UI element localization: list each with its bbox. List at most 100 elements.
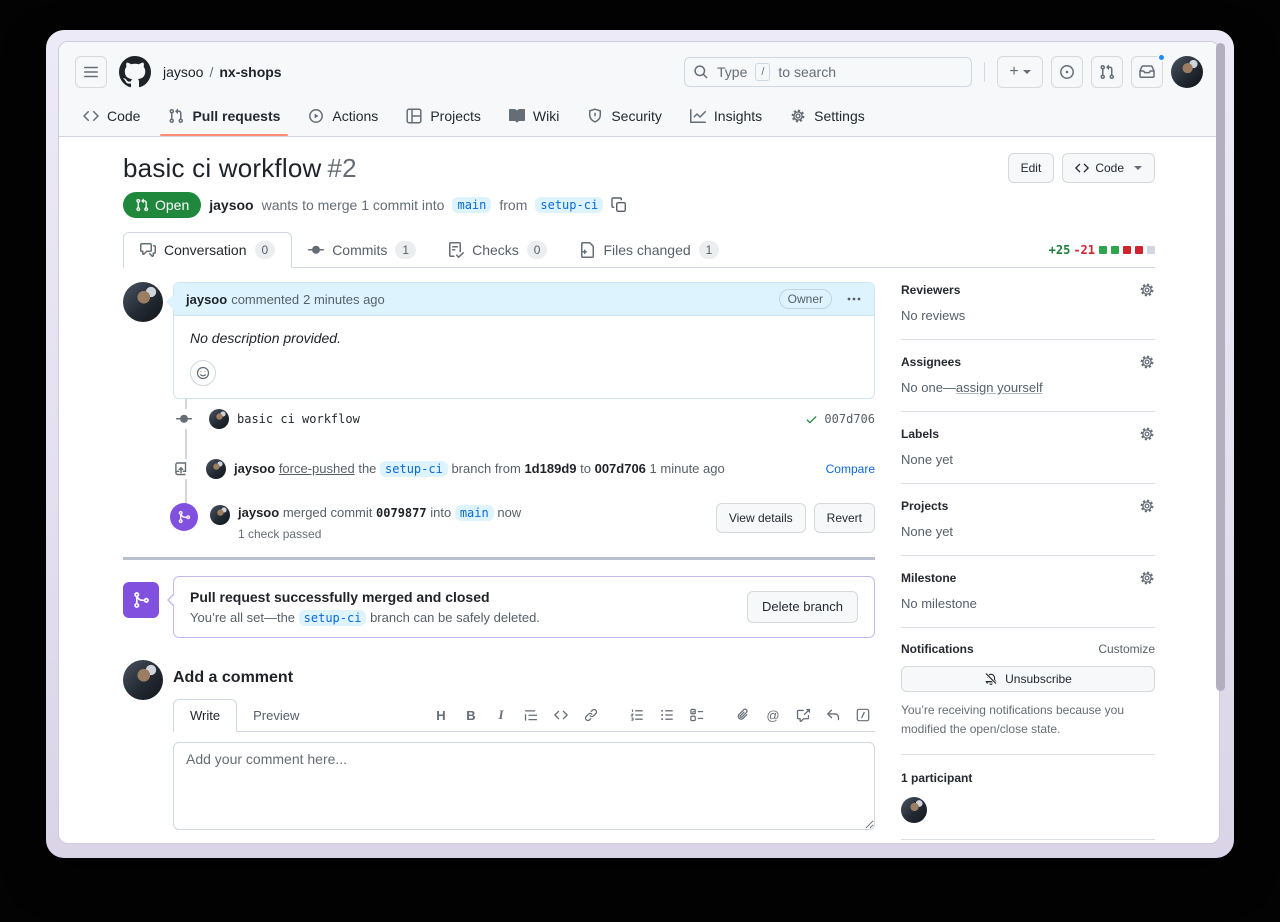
breadcrumb-repo[interactable]: nx-shops [219,64,281,80]
commit-sha[interactable]: 007d706 [824,412,875,426]
repo-tab-actions[interactable]: Actions [300,98,386,136]
search-input[interactable]: Type / to search [684,57,972,87]
code-button-label: Code [1095,158,1124,178]
assign-yourself-link[interactable]: assign yourself [956,380,1043,395]
slash-commands-icon[interactable] [855,707,871,723]
tab-write[interactable]: Write [173,699,237,732]
old-sha[interactable]: 1d189d9 [524,461,576,476]
tab-label: Conversation [164,242,247,258]
avatar[interactable] [123,282,163,322]
pr-author[interactable]: jaysoo [209,197,253,213]
comment-author[interactable]: jaysoo [186,292,227,307]
tab-preview[interactable]: Preview [237,700,315,731]
event-author[interactable]: jaysoo [234,461,275,476]
pr-description-comment: jaysoo commented 2 minutes ago Owner No … [123,282,875,399]
bullet-list-icon[interactable] [659,707,675,723]
add-reaction-button[interactable] [190,360,216,386]
banner-desc-prefix: You’re all set—the [190,610,295,625]
book-icon [509,108,525,124]
repo-tab-code[interactable]: Code [75,98,148,136]
pull-requests-button[interactable] [1091,56,1123,88]
comment-body: No description provided. [174,316,874,398]
new-sha[interactable]: 007d706 [595,461,646,476]
gear-icon[interactable] [1139,570,1155,586]
git-pull-request-icon [135,198,149,212]
avatar[interactable] [209,409,229,429]
avatar[interactable] [210,505,230,525]
comment-time[interactable]: 2 minutes ago [303,292,385,307]
branch-label[interactable]: setup-ci [299,610,367,626]
heading-icon[interactable]: H [433,707,449,723]
repo-tab-pull-requests[interactable]: Pull requests [160,98,288,136]
avatar[interactable] [206,459,226,479]
cross-reference-icon[interactable] [795,707,811,723]
bold-icon[interactable]: B [463,707,479,723]
compare-link[interactable]: Compare [826,462,875,476]
breadcrumb-owner[interactable]: jaysoo [163,64,203,80]
event-word: into [430,505,451,520]
gear-icon[interactable] [1139,426,1155,442]
check-status[interactable]: 1 check passed [238,527,521,541]
repo-nav: Code Pull requests Actions Projects Wiki [75,98,1203,136]
breadcrumb-separator: / [209,64,213,80]
sidebar-section-labels: Labels None yet [901,412,1155,484]
gear-icon[interactable] [1139,498,1155,514]
editor-toolbar: H B I [433,707,875,723]
copy-icon[interactable] [611,197,627,213]
tab-files-changed[interactable]: Files changed 1 [563,233,735,267]
link-icon[interactable] [583,707,599,723]
repo-tab-settings[interactable]: Settings [782,98,873,136]
participant-avatar[interactable] [901,797,927,823]
head-branch-label[interactable]: setup-ci [535,197,603,213]
base-branch-label[interactable]: main [452,197,491,213]
issues-button[interactable] [1051,56,1083,88]
diffstat-block [1111,246,1119,254]
sidebar-section-assignees: Assignees No one—assign yourself [901,340,1155,412]
repo-tab-security[interactable]: Security [579,98,670,136]
attachment-icon[interactable] [735,707,751,723]
lock-conversation-button[interactable]: Lock conversation [901,840,1155,844]
create-new-button[interactable]: + [997,56,1043,88]
tab-conversation[interactable]: Conversation 0 [123,232,292,268]
scrollbar[interactable] [1216,43,1225,691]
reply-icon[interactable] [825,707,841,723]
footer-divider [338,843,339,844]
search-placeholder-2: to search [778,64,836,80]
tab-checks[interactable]: Checks 0 [432,233,563,267]
user-avatar[interactable] [1171,56,1203,88]
commit-message[interactable]: basic ci workflow [237,412,360,426]
branch-label[interactable]: main [455,505,494,521]
avatar[interactable] [123,660,163,700]
edit-button[interactable]: Edit [1008,153,1055,183]
github-logo[interactable] [119,56,151,88]
gear-icon[interactable] [1139,282,1155,298]
quote-icon[interactable] [523,707,539,723]
delete-branch-button[interactable]: Delete branch [747,591,858,623]
branch-label[interactable]: setup-ci [380,461,448,477]
code-dropdown-button[interactable]: Code [1062,153,1155,183]
comment-textarea[interactable] [173,742,875,830]
task-list-icon[interactable] [689,707,705,723]
repo-tab-insights[interactable]: Insights [682,98,770,136]
repo-tab-wiki[interactable]: Wiki [501,98,567,136]
mention-icon[interactable]: @ [765,707,781,723]
hamburger-menu-button[interactable] [75,56,107,88]
force-pushed-link[interactable]: force-pushed [279,461,355,476]
gear-icon[interactable] [1139,354,1155,370]
merged-banner-row: Pull request successfully merged and clo… [123,576,875,638]
event-author[interactable]: jaysoo [238,505,279,520]
unsubscribe-button[interactable]: Unsubscribe [901,666,1155,692]
comment-header: jaysoo commented 2 minutes ago Owner [174,283,874,316]
merge-sha[interactable]: 0079877 [376,506,427,520]
kebab-menu-icon[interactable] [846,291,862,307]
diffstat-block [1123,246,1131,254]
tab-commits[interactable]: Commits 1 [292,233,432,267]
numbered-list-icon[interactable] [629,707,645,723]
edit-button-label: Edit [1021,158,1042,178]
italic-icon[interactable]: I [493,707,509,723]
customize-link[interactable]: Customize [1098,642,1155,656]
revert-button[interactable]: Revert [814,503,875,533]
code-icon[interactable] [553,707,569,723]
repo-tab-projects[interactable]: Projects [398,98,489,136]
view-details-button[interactable]: View details [716,503,806,533]
